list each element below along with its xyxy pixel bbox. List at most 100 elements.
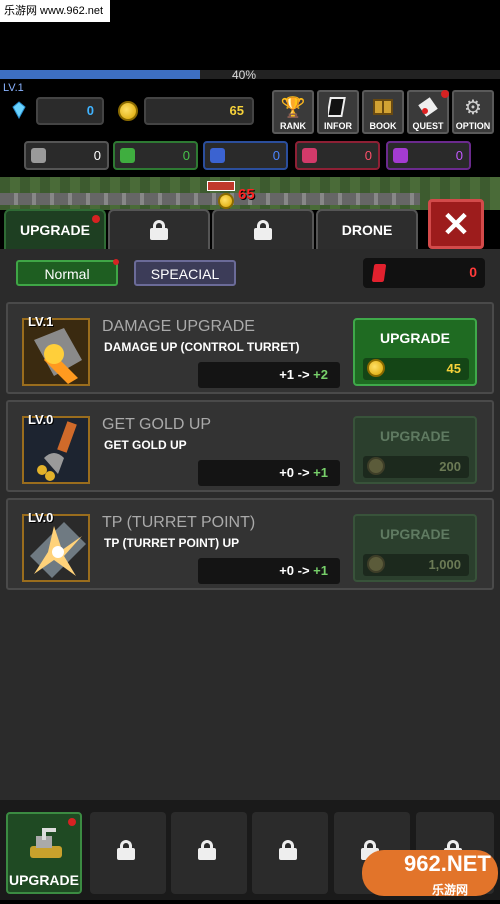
close-icon: ✕ xyxy=(441,206,471,244)
option-label: OPTION xyxy=(455,121,491,131)
upgrade-description: GET GOLD UP xyxy=(104,438,187,452)
lock-icon xyxy=(150,220,168,240)
gold-coin-icon xyxy=(367,457,385,475)
resource-green: 0 xyxy=(113,141,198,170)
watermark-top: 乐游网 www.962.net xyxy=(0,0,110,22)
ruby-value: 0 xyxy=(469,264,477,280)
upgrade-card: LV.1 DAMAGE UPGRADE DAMAGE UP (CONTROL T… xyxy=(6,302,494,394)
upgrade-title: TP (TURRET POINT) xyxy=(102,514,256,531)
gold-coin-icon xyxy=(367,555,385,573)
upgrade-current: +0 -> xyxy=(279,465,310,480)
red-ore-icon xyxy=(302,148,317,163)
upgrade-button-label: UPGRADE xyxy=(379,330,450,346)
book-button[interactable]: BOOK xyxy=(362,90,404,134)
quest-label: QUEST xyxy=(412,121,444,131)
nav-locked-slot[interactable] xyxy=(90,812,166,894)
upgrade-next: +2 xyxy=(313,367,328,382)
trophy-icon: 🏆 xyxy=(280,97,306,119)
lock-icon xyxy=(279,840,301,866)
mode-normal-label: Normal xyxy=(44,266,90,282)
ruby-icon xyxy=(371,264,387,282)
resource-value: 0 xyxy=(272,148,280,163)
upgrade-cost-value: 200 xyxy=(439,459,461,474)
upgrade-description: DAMAGE UP (CONTROL TURRET) xyxy=(104,340,300,354)
lock-icon xyxy=(117,840,139,866)
quest-notification-dot xyxy=(441,90,449,98)
green-ore-icon xyxy=(120,148,135,163)
upgrade-card: LV.0 GET GOLD UP GET GOLD UP +0 -> +1 UP… xyxy=(6,400,494,492)
upgrade-button[interactable]: UPGRADE 1,000 xyxy=(353,514,477,582)
lock-icon xyxy=(198,840,220,866)
upgrade-level: LV.0 xyxy=(28,412,54,427)
book-icon xyxy=(372,96,394,124)
upgrade-cost-value: 1,000 xyxy=(428,557,461,572)
gold-counter: 65 xyxy=(144,97,254,125)
upgrade-title: DAMAGE UPGRADE xyxy=(102,318,255,335)
mode-special-button[interactable]: SPEACIAL xyxy=(134,260,236,286)
watermark-logo: 962.NET 乐游网 xyxy=(362,850,498,897)
tab-drone[interactable]: DRONE xyxy=(316,209,418,249)
upgrade-button-label: UPGRADE xyxy=(379,428,450,444)
resource-blue: 0 xyxy=(203,141,288,170)
mode-special-label: SPEACIAL xyxy=(150,266,220,282)
resource-value: 0 xyxy=(93,148,101,163)
upgrade-description: TP (TURRET POINT) UP xyxy=(104,536,240,550)
road-tiles xyxy=(0,193,420,205)
diamond-icon xyxy=(12,101,26,119)
resource-gray: 0 xyxy=(24,141,109,170)
resource-value: 0 xyxy=(364,148,372,163)
rank-button[interactable]: 🏆 RANK xyxy=(272,90,314,134)
upgrade-cost: 1,000 xyxy=(363,554,469,576)
nav-upgrade-label: UPGRADE xyxy=(8,872,79,888)
upgrade-cost: 200 xyxy=(363,456,469,478)
upgrade-level: LV.1 xyxy=(28,314,54,329)
upgrade-change: +1 -> +2 xyxy=(198,362,340,388)
dropped-coin-icon xyxy=(218,193,234,209)
enemy-sprite xyxy=(207,181,235,191)
normal-notification-dot xyxy=(113,259,119,265)
upgrade-card: LV.0 TP (TURRET POINT) TP (TURRET POINT)… xyxy=(6,498,494,590)
gem-value: 0 xyxy=(86,103,94,118)
xp-bar-fill xyxy=(0,70,200,79)
scroll-icon xyxy=(417,96,439,124)
damage-number: 65 xyxy=(238,186,255,203)
tab-upgrade[interactable]: UPGRADE xyxy=(4,209,106,249)
gem-counter: 0 xyxy=(36,97,104,125)
gear-icon: ⚙ xyxy=(464,97,482,119)
tab-locked-1[interactable] xyxy=(108,209,210,249)
upgrade-level: LV.0 xyxy=(28,510,54,525)
nav-locked-slot[interactable] xyxy=(171,812,247,894)
option-button[interactable]: ⚙ OPTION xyxy=(452,90,494,134)
infor-button[interactable]: INFOR xyxy=(317,90,359,134)
mode-normal-button[interactable]: Normal xyxy=(16,259,119,286)
player-level: LV.1 xyxy=(3,82,24,94)
lock-icon xyxy=(254,220,272,240)
upgrade-button[interactable]: UPGRADE 45 xyxy=(353,318,477,386)
upgrade-title: GET GOLD UP xyxy=(102,416,212,433)
tab-locked-2[interactable] xyxy=(212,209,314,249)
resource-purple: 0 xyxy=(386,141,471,170)
infor-label: INFOR xyxy=(324,121,352,131)
gold-coin-icon xyxy=(118,101,138,121)
upgrade-button-label: UPGRADE xyxy=(379,526,450,542)
quest-button[interactable]: QUEST xyxy=(407,90,449,134)
watermark-main: 962.NET xyxy=(404,851,491,876)
tab-drone-label: DRONE xyxy=(341,222,393,238)
nav-upgrade[interactable]: UPGRADE xyxy=(6,812,82,894)
upgrade-current: +1 -> xyxy=(279,367,310,382)
resource-value: 0 xyxy=(182,148,190,163)
nav-locked-slot[interactable] xyxy=(252,812,328,894)
upgrade-change: +0 -> +1 xyxy=(198,558,340,584)
close-button[interactable]: ✕ xyxy=(428,199,484,249)
upgrade-tab-notification-dot xyxy=(92,215,100,223)
tab-upgrade-label: UPGRADE xyxy=(19,222,90,238)
rank-label: RANK xyxy=(280,121,306,131)
gold-coin-icon xyxy=(367,359,385,377)
ruby-counter: 0 xyxy=(363,258,485,288)
info-card-icon xyxy=(326,96,348,124)
upgrade-change: +0 -> +1 xyxy=(198,460,340,486)
upgrade-button[interactable]: UPGRADE 200 xyxy=(353,416,477,484)
upgrade-next: +1 xyxy=(313,465,328,480)
book-label: BOOK xyxy=(369,121,397,131)
resource-red: 0 xyxy=(295,141,380,170)
